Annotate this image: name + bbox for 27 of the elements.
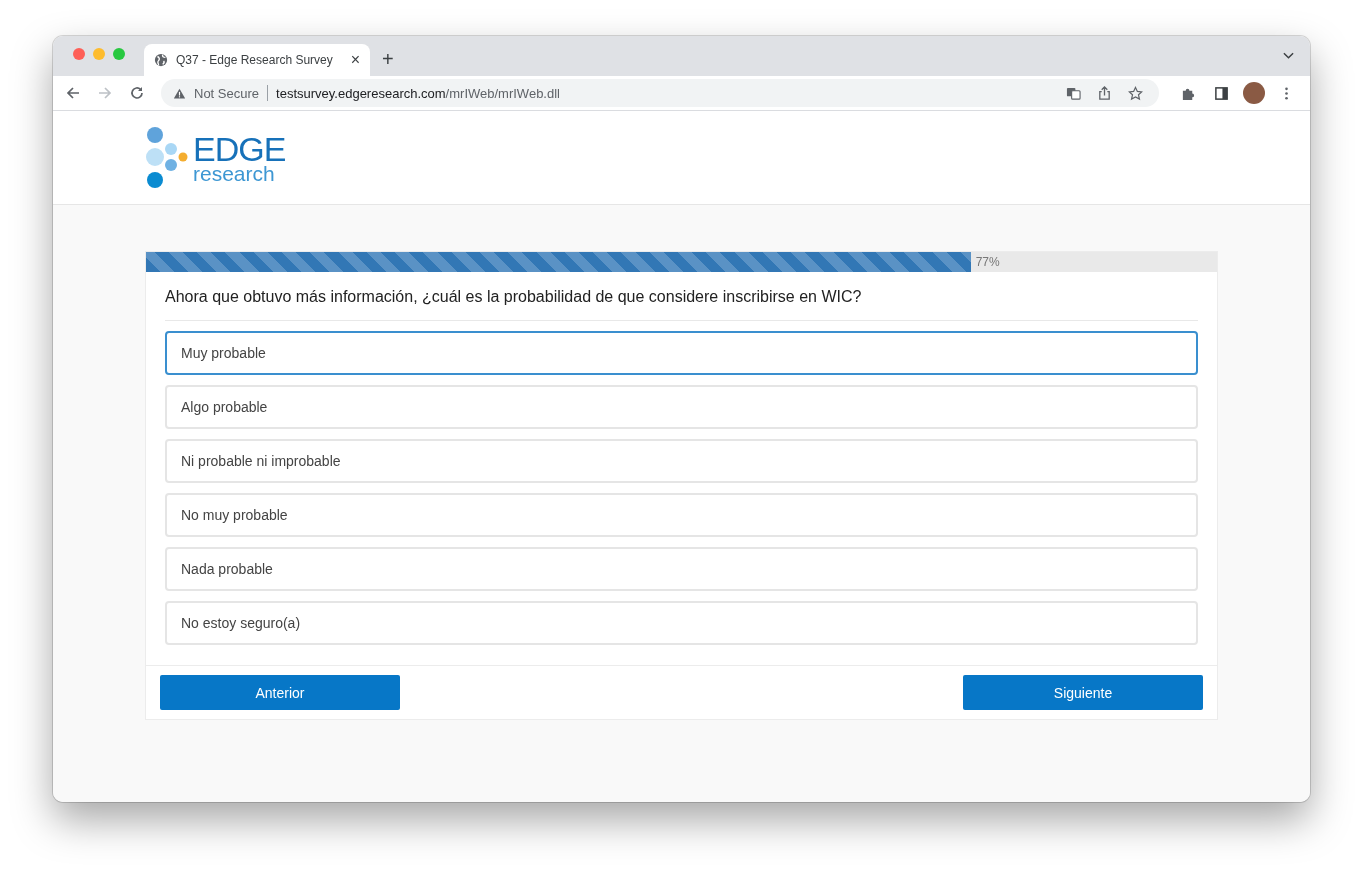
tab-title: Q37 - Edge Research Survey xyxy=(176,53,334,67)
profile-avatar[interactable] xyxy=(1243,82,1265,104)
reload-icon[interactable] xyxy=(129,85,145,101)
answer-option[interactable]: No estoy seguro(a) xyxy=(165,601,1198,645)
answer-option[interactable]: Muy probable xyxy=(165,331,1198,375)
address-bar[interactable]: Not Secure testsurvey.edgeresearch.com/mrIWeb/mrIWeb.dll xyxy=(161,79,1159,107)
share-icon[interactable] xyxy=(1097,85,1112,101)
url-text: testsurvey.edgeresearch.com/mrIWeb/mrIWeb.dll xyxy=(276,85,560,101)
chevron-down-icon[interactable] xyxy=(1283,52,1294,60)
next-button[interactable]: Siguiente xyxy=(963,675,1203,710)
answer-option[interactable]: Algo probable xyxy=(165,385,1198,429)
question-text: Ahora que obtuvo más información, ¿cuál es la probabilidad de que considere inscribirse en WIC? xyxy=(165,272,1198,321)
back-arrow-icon[interactable] xyxy=(65,85,81,101)
browser-tab[interactable]: Q37 - Edge Research Survey × xyxy=(144,44,370,76)
progress-percent: 77% xyxy=(975,255,1000,269)
previous-button[interactable]: Anterior xyxy=(160,675,400,710)
new-tab-button[interactable]: + xyxy=(382,48,394,71)
warning-icon xyxy=(173,86,186,100)
star-icon[interactable] xyxy=(1128,85,1143,101)
answer-option[interactable]: Ni probable ni improbable xyxy=(165,439,1198,483)
close-tab-button[interactable]: × xyxy=(350,51,360,69)
globe-icon xyxy=(154,53,168,67)
answer-option[interactable]: No muy probable xyxy=(165,493,1198,537)
side-panel-icon[interactable] xyxy=(1214,85,1229,101)
answer-option[interactable]: Nada probable xyxy=(165,547,1198,591)
translate-icon[interactable] xyxy=(1066,85,1081,101)
security-label: Not Secure xyxy=(194,85,260,101)
